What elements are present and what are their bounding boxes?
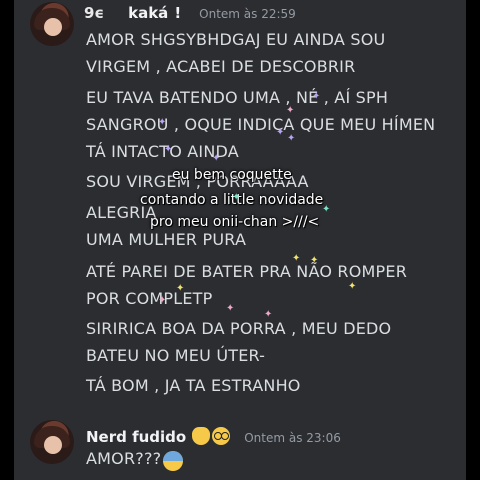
message-line: SANGROU , OQUE INDICA QUE MEU HÍMEN	[86, 115, 436, 134]
overlay-caption-line: eu bem coquette	[172, 167, 292, 183]
message-line: VIRGEM , ACABEI DE DESCOBRIR	[86, 57, 356, 76]
sparkle-star-icon: ✦	[232, 192, 241, 203]
message-header: Nerd fudido Ontem às 23:06	[86, 424, 341, 446]
user-avatar[interactable]	[30, 2, 74, 46]
timestamp: Ontem às 22:59	[199, 7, 296, 21]
sparkle-star-icon: ✦	[212, 153, 221, 164]
sparkle-star-icon: ✦	[310, 255, 319, 266]
message-line: UMA MULHER PURA	[86, 230, 247, 249]
sparkle-star-icon: ✦	[158, 117, 167, 128]
message-line: AMOR???	[86, 448, 184, 471]
sparkle-star-icon: ✦	[158, 295, 167, 306]
overlay-caption-line: pro meu onii-chan >///<	[150, 214, 320, 230]
message-line: EU TAVA BATENDO UMA , NÉ , AÍ SPH	[86, 88, 389, 107]
sparkle-star-icon: ✦	[264, 309, 273, 320]
username[interactable]: kaká	[128, 4, 168, 22]
message-line: AMOR SHGSYBHDGAJ EU AINDA SOU	[86, 30, 386, 49]
sparkle-star-icon: ✦	[312, 91, 321, 102]
nerd-face-emoji-icon	[212, 427, 231, 445]
sparkle-star-icon: ✦	[176, 283, 185, 294]
sparkle-star-icon: ✦	[348, 281, 357, 292]
sparkle-star-icon: ✦	[286, 105, 295, 116]
message-line: BATEU NO MEU ÚTER-	[86, 346, 266, 365]
avatar-face	[44, 18, 62, 36]
message-line: SIRIRICA BOA DA PORRA , MEU DEDO	[86, 319, 392, 338]
timestamp: Ontem às 23:06	[244, 431, 341, 445]
user-avatar[interactable]	[30, 420, 74, 464]
message-line: POR COMPLETP	[86, 289, 213, 308]
raised-finger-emoji-icon	[192, 427, 211, 445]
sparkle-star-icon: ✦	[292, 253, 301, 264]
sparkle-star-icon: ✦	[164, 144, 173, 155]
message-text: AMOR???	[86, 448, 162, 468]
sparkle-star-icon: ✦	[226, 303, 235, 314]
username-prefix: 9ϵ	[84, 4, 105, 22]
username-badge: !	[174, 4, 182, 22]
message-line: TÁ BOM , JA TA ESTRANHO	[86, 376, 301, 395]
sparkle-star-icon: ✦	[276, 127, 285, 138]
username[interactable]: Nerd fudido	[86, 428, 186, 446]
sparkle-star-icon: ✦	[287, 133, 296, 144]
message-line: ATÉ PAREI DE BATER PRA NÃO ROMPER	[86, 262, 408, 281]
avatar-face	[44, 436, 62, 454]
message-header: 9ϵ kaká ! Ontem às 22:59	[84, 4, 296, 22]
sparkle-star-icon: ✦	[322, 204, 331, 215]
